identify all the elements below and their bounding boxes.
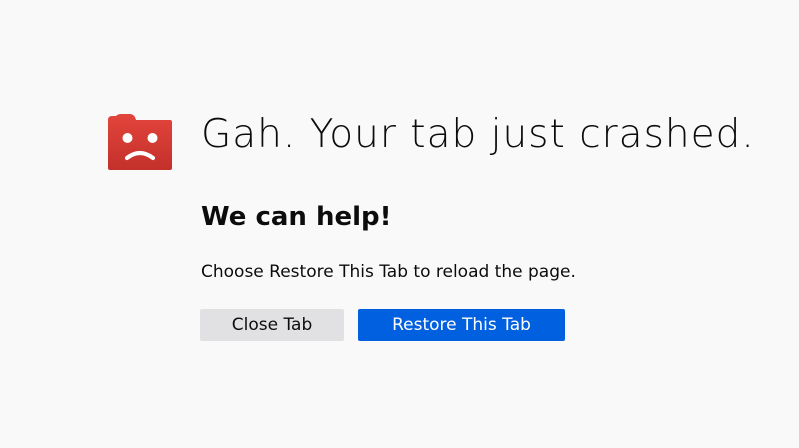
restore-tab-button[interactable]: Restore This Tab bbox=[358, 309, 565, 341]
page-subtitle: We can help! bbox=[201, 202, 392, 232]
close-tab-button[interactable]: Close Tab bbox=[200, 309, 344, 341]
tab-crashed-page: Gah. Your tab just crashed. We can help!… bbox=[0, 0, 799, 448]
page-title: Gah. Your tab just crashed. bbox=[201, 112, 755, 157]
sad-folder-icon bbox=[108, 114, 172, 170]
crash-message: Choose Restore This Tab to reload the pa… bbox=[201, 262, 576, 282]
